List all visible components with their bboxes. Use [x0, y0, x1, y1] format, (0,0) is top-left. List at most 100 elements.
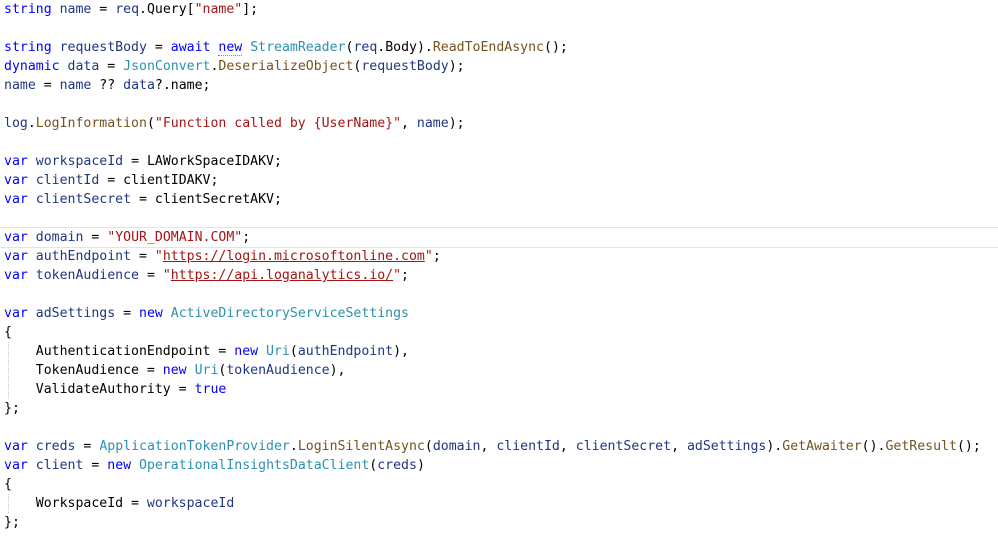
code-token: {	[4, 325, 12, 340]
code-token: var	[4, 154, 28, 169]
code-token: ApplicationTokenProvider	[99, 439, 290, 454]
code-line[interactable]: ValidateAuthority = true	[4, 380, 998, 399]
code-token: ;	[242, 230, 251, 245]
code-token: };	[4, 401, 20, 416]
code-line[interactable]	[4, 285, 998, 304]
code-line[interactable]: };	[4, 399, 998, 418]
code-token: )	[416, 458, 425, 473]
code-token: domain	[432, 439, 481, 454]
code-line[interactable]: log.LogInformation("Function called by {…	[4, 114, 998, 133]
code-line[interactable]: };	[4, 513, 998, 532]
code-token: ;	[401, 268, 409, 283]
code-token: tokenAudience	[226, 363, 330, 378]
code-line[interactable]: {	[4, 475, 998, 494]
code-token: clientId	[35, 173, 100, 188]
code-token: data	[67, 59, 100, 74]
code-token: DeserializeObject	[218, 59, 354, 74]
code-line[interactable]: TokenAudience = new Uri(tokenAudience),	[4, 361, 998, 380]
code-token: TokenAudience =	[4, 363, 163, 378]
code-token: var	[4, 249, 28, 264]
code-token: req	[353, 40, 378, 55]
code-token: req	[115, 2, 140, 17]
code-token: name	[416, 116, 449, 131]
code-token: "	[393, 268, 402, 283]
code-token: WorkspaceId =	[4, 496, 147, 511]
code-token: ;	[432, 249, 441, 264]
code-token: creds	[35, 439, 76, 454]
code-line[interactable]: dynamic data = JsonConvert.DeserializeOb…	[4, 57, 998, 76]
code-token: true	[194, 382, 227, 397]
code-line[interactable]: var workspaceId = LAWorkSpaceIDAKV;	[4, 152, 998, 171]
code-token: =	[83, 230, 108, 245]
code-token: var	[4, 458, 28, 473]
code-token: domain	[35, 230, 84, 245]
code-token: "	[162, 268, 171, 283]
code-line[interactable]: var authEndpoint = "https://login.micros…	[4, 247, 998, 266]
code-token: workspaceId	[35, 154, 124, 169]
code-token: var	[4, 173, 28, 188]
code-line[interactable]: var domain = "YOUR_DOMAIN.COM";	[0, 227, 998, 248]
code-token: https://login.microsoftonline.com	[162, 249, 425, 264]
code-token: ();	[544, 40, 568, 55]
code-area[interactable]: string name = req.Query["name"]; string …	[0, 0, 998, 532]
code-token: =	[35, 78, 60, 93]
code-token: name	[4, 78, 36, 93]
code-token: "	[424, 249, 433, 264]
code-token: ().	[861, 439, 886, 454]
code-line[interactable]: {	[4, 323, 998, 342]
code-token: AuthenticationEndpoint =	[4, 344, 235, 359]
code-token: Uri	[266, 344, 290, 359]
code-token: new	[218, 40, 243, 56]
code-token: );	[448, 116, 465, 131]
code-token: client	[35, 458, 84, 473]
code-line[interactable]: var client = new OperationalInsightsData…	[4, 456, 998, 475]
code-token: .	[27, 116, 36, 131]
code-line[interactable]: var clientSecret = clientSecretAKV;	[4, 190, 998, 209]
code-token: name	[59, 78, 92, 93]
code-token: =	[146, 40, 171, 55]
code-token: https://api.loganalytics.io/	[170, 268, 394, 283]
code-token: "	[154, 249, 163, 264]
code-line[interactable]: string name = req.Query["name"];	[4, 0, 998, 19]
code-line[interactable]	[4, 133, 998, 152]
code-line[interactable]: var creds = ApplicationTokenProvider.Log…	[4, 437, 998, 456]
code-token: "Function called by {UserName}"	[154, 116, 402, 131]
code-token: authEndpoint	[297, 344, 394, 359]
code-line[interactable]: WorkspaceId = workspaceId	[4, 494, 998, 513]
code-token: OperationalInsightsDataClient	[139, 458, 370, 473]
code-line[interactable]: var adSettings = new ActiveDirectoryServ…	[4, 304, 998, 323]
code-token: var	[4, 230, 28, 245]
code-token: =	[139, 268, 163, 283]
code-line[interactable]	[4, 209, 998, 228]
code-token: dynamic	[4, 59, 60, 74]
code-token: tokenAudience	[35, 268, 139, 283]
code-token: ??	[91, 78, 124, 93]
code-token: clientSecret	[575, 439, 672, 454]
code-token: =	[75, 439, 100, 454]
code-token: (	[289, 344, 298, 359]
code-token: = clientIDAKV;	[99, 173, 219, 188]
code-line[interactable]	[4, 418, 998, 437]
code-token: var	[4, 192, 28, 207]
code-token: string	[4, 2, 52, 17]
code-token: (	[424, 439, 433, 454]
code-line[interactable]	[4, 95, 998, 114]
code-token: clientSecret	[35, 192, 132, 207]
code-line[interactable]: AuthenticationEndpoint = new Uri(authEnd…	[4, 342, 998, 361]
code-token: var	[4, 306, 28, 321]
code-line[interactable]	[4, 19, 998, 38]
code-token: (	[146, 116, 155, 131]
code-line[interactable]: var clientId = clientIDAKV;	[4, 171, 998, 190]
code-line[interactable]: name = name ?? data?.name;	[4, 76, 998, 95]
code-token: ,	[559, 439, 576, 454]
code-line[interactable]: string requestBody = await new StreamRea…	[4, 38, 998, 57]
code-line[interactable]: var tokenAudience = "https://api.loganal…	[4, 266, 998, 285]
code-editor[interactable]: string name = req.Query["name"]; string …	[0, 0, 998, 538]
